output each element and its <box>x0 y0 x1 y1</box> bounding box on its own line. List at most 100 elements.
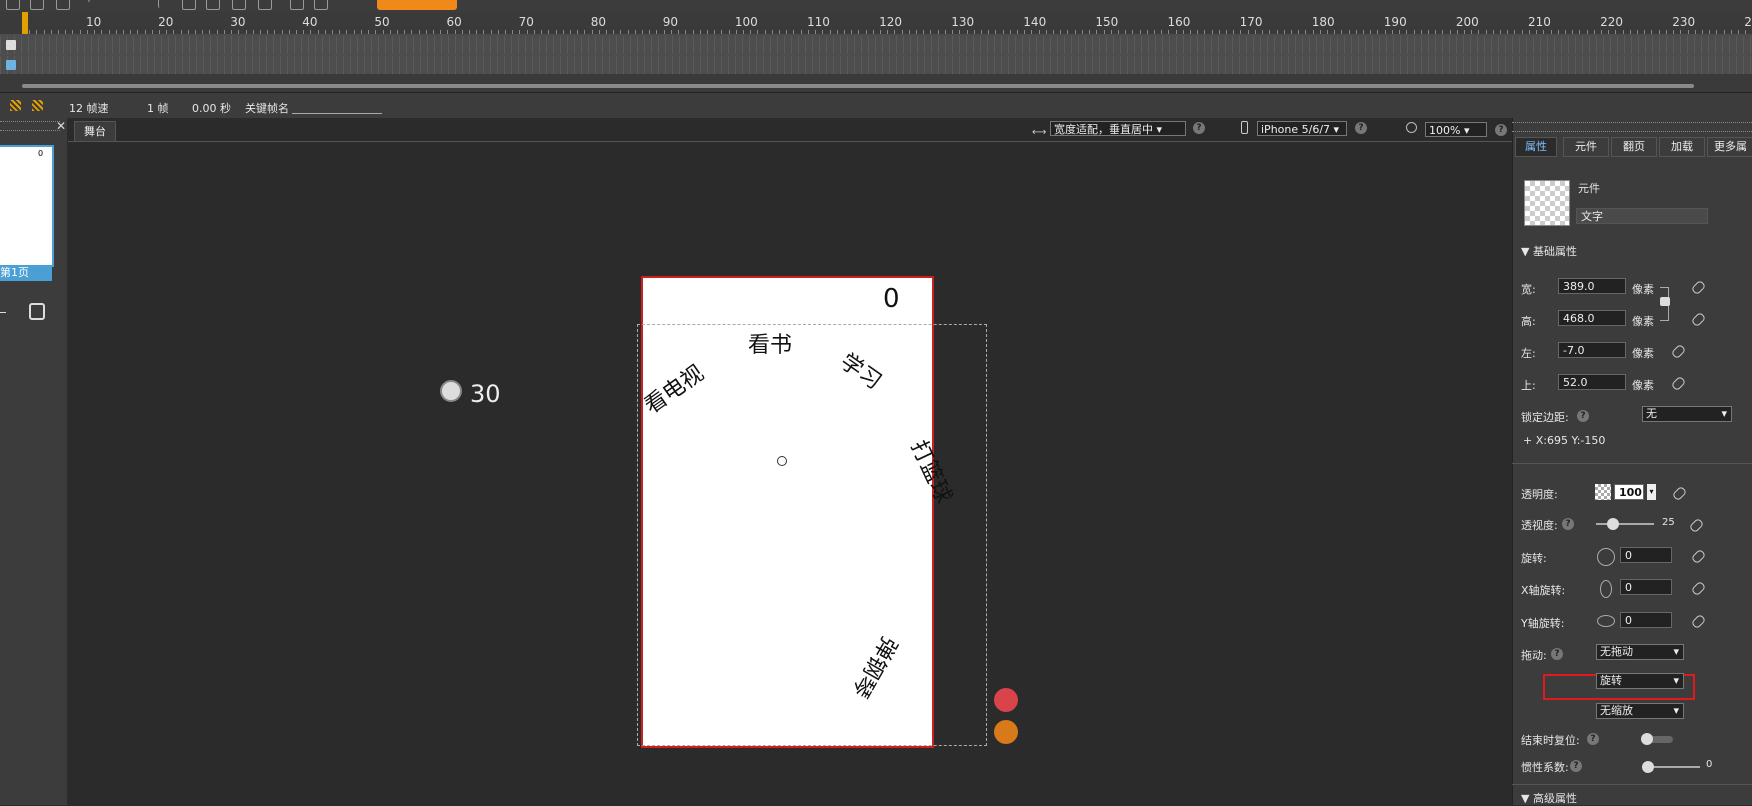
drag-value: 无拖动 <box>1600 645 1633 658</box>
tab-more[interactable]: 更多属 <box>1707 137 1752 157</box>
close-icon[interactable]: ✕ <box>56 119 66 133</box>
width-input[interactable]: 389.0 <box>1558 278 1626 294</box>
tab-stage[interactable]: 舞台 <box>74 121 116 142</box>
ruler-tick-label: 160 <box>1167 15 1191 29</box>
code-icon[interactable] <box>258 0 272 10</box>
left-input[interactable]: -7.0 <box>1558 342 1626 358</box>
scale-mode-select[interactable]: 无缩放 ▾ <box>1596 703 1684 719</box>
score-text[interactable]: 0 <box>883 284 900 314</box>
timer-value[interactable]: 30 <box>470 380 501 408</box>
panel-grip[interactable] <box>0 121 60 131</box>
lock-icon[interactable] <box>6 60 16 70</box>
timeline-scrollbar[interactable] <box>22 84 1694 88</box>
scale-mode-value: 无缩放 <box>1600 704 1633 717</box>
word-reading[interactable]: 看书 <box>748 327 792 359</box>
tab-properties[interactable]: 属性 <box>1515 137 1557 157</box>
top-input[interactable]: 52.0 <box>1558 374 1626 390</box>
ruler-tick-label: 80 <box>590 15 606 29</box>
add-effect-icon[interactable] <box>994 688 1018 712</box>
help-icon[interactable]: ? <box>1562 518 1574 530</box>
help-icon[interactable]: ? <box>1587 733 1599 745</box>
zoom-icon <box>1406 122 1417 133</box>
lock-aspect-icon[interactable] <box>1660 297 1670 306</box>
perspective-slider-knob[interactable] <box>1607 518 1619 530</box>
anchor-point-icon[interactable] <box>777 456 787 466</box>
page-thumbnail[interactable]: 0 <box>0 145 54 267</box>
drag-select[interactable]: 无拖动 ▾ <box>1596 644 1684 660</box>
remove-page-icon[interactable] <box>0 312 6 313</box>
inertia-slider-knob[interactable] <box>1642 761 1654 773</box>
advanced-section-header[interactable]: ▼ 高级属性 <box>1521 790 1577 806</box>
rotate-mode-select[interactable]: 旋转 ▾ <box>1596 673 1684 689</box>
help-icon[interactable]: ? <box>1577 410 1589 422</box>
help-icon[interactable]: ? <box>1495 124 1507 136</box>
ruler-tick-label: 90 <box>662 15 679 29</box>
opacity-swatch-icon <box>1595 484 1611 500</box>
frame-icon[interactable] <box>206 0 220 10</box>
lock-edge-select[interactable]: 无 ▾ <box>1642 406 1732 422</box>
publish-button[interactable] <box>377 0 457 10</box>
xrotate-label: X轴旋转: <box>1521 584 1566 597</box>
panel-grip[interactable] <box>1512 122 1752 132</box>
seconds-text: 0.00 秒 <box>192 102 231 115</box>
rotate-input[interactable]: 0 <box>1620 547 1672 563</box>
page-label[interactable]: 第1页 <box>0 265 52 281</box>
add-text-icon[interactable] <box>994 720 1018 744</box>
timeline-scroll-track <box>0 74 1752 92</box>
screen-icon[interactable] <box>232 0 246 10</box>
new-icon[interactable] <box>6 0 20 10</box>
yrotate-input[interactable]: 0 <box>1620 612 1672 628</box>
preview-icon[interactable] <box>290 0 304 10</box>
stop-icon[interactable] <box>182 0 196 10</box>
yrotate-label: Y轴旋转: <box>1521 617 1565 630</box>
basic-section-header[interactable]: ▼ 基础属性 <box>1521 243 1577 259</box>
divider <box>1512 463 1752 464</box>
layer-row[interactable] <box>0 56 1752 74</box>
ruler-tick-label: 230 <box>1672 15 1696 29</box>
layer-row[interactable] <box>0 36 1752 54</box>
device-select[interactable]: iPhone 5/6/7 ▾ <box>1257 121 1347 136</box>
help-icon[interactable]: ? <box>1551 648 1563 660</box>
xy-readout: + X:695 Y:-150 <box>1523 434 1606 447</box>
help-icon[interactable]: ? <box>1355 122 1367 134</box>
ruler-tick-label: 60 <box>446 15 462 29</box>
ruler-tick-label: 150 <box>1095 15 1119 29</box>
ruler-tick-label: 100 <box>734 15 758 29</box>
add-page-icon[interactable] <box>29 303 45 320</box>
fit-mode-select[interactable]: 宽度适配，垂直居中 ▾ <box>1050 121 1186 136</box>
lock-icon[interactable] <box>6 40 16 50</box>
top-label: 上: <box>1521 379 1536 392</box>
x-rotate-icon <box>1600 580 1612 598</box>
timeline-ruler[interactable]: 10 20 30 40 50 60 70 80 90 100 110 120 130 140 150 160 1… <box>0 12 1752 35</box>
opacity-input[interactable]: 100 <box>1614 484 1644 500</box>
zoom-select[interactable]: 100% ▾ <box>1425 122 1487 137</box>
play-icon[interactable] <box>158 0 171 8</box>
reset-toggle[interactable] <box>1641 733 1673 745</box>
help-icon[interactable]: ? <box>1570 760 1582 772</box>
thumb-number: 0 <box>38 149 44 158</box>
advanced-section-label: 高级属性 <box>1532 792 1577 805</box>
ruler-tick-label: 50 <box>374 15 390 29</box>
timer-icon[interactable] <box>440 380 462 402</box>
component-name-input[interactable]: 文字 <box>1576 208 1708 224</box>
height-label: 高: <box>1521 315 1536 328</box>
tab-component[interactable]: 元件 <box>1563 137 1609 157</box>
device-value: iPhone 5/6/7 <box>1261 123 1331 136</box>
frame-info-bar: 12 帧速 1 帧 0.00 秒 关键帧名 <box>0 92 1752 119</box>
xrotate-input[interactable]: 0 <box>1620 579 1672 595</box>
tab-loading[interactable]: 加载 <box>1659 137 1705 157</box>
save-icon[interactable] <box>56 0 70 10</box>
ruler-tick-label: 130 <box>951 15 975 29</box>
share-icon[interactable] <box>314 0 328 10</box>
onion-skin-multi-icon[interactable] <box>32 100 43 111</box>
undo-icon[interactable] <box>87 0 105 12</box>
height-unit: 像素 <box>1632 315 1654 328</box>
keyframe-name-input[interactable] <box>292 113 382 114</box>
opacity-dropdown-icon[interactable]: ▾ <box>1647 484 1656 500</box>
help-icon[interactable]: ? <box>1193 122 1205 134</box>
height-input[interactable]: 468.0 <box>1558 310 1626 326</box>
tab-paging[interactable]: 翻页 <box>1611 137 1657 157</box>
onion-skin-icon[interactable] <box>10 100 21 111</box>
open-icon[interactable] <box>30 0 44 10</box>
perspective-slider-track[interactable] <box>1596 523 1654 525</box>
